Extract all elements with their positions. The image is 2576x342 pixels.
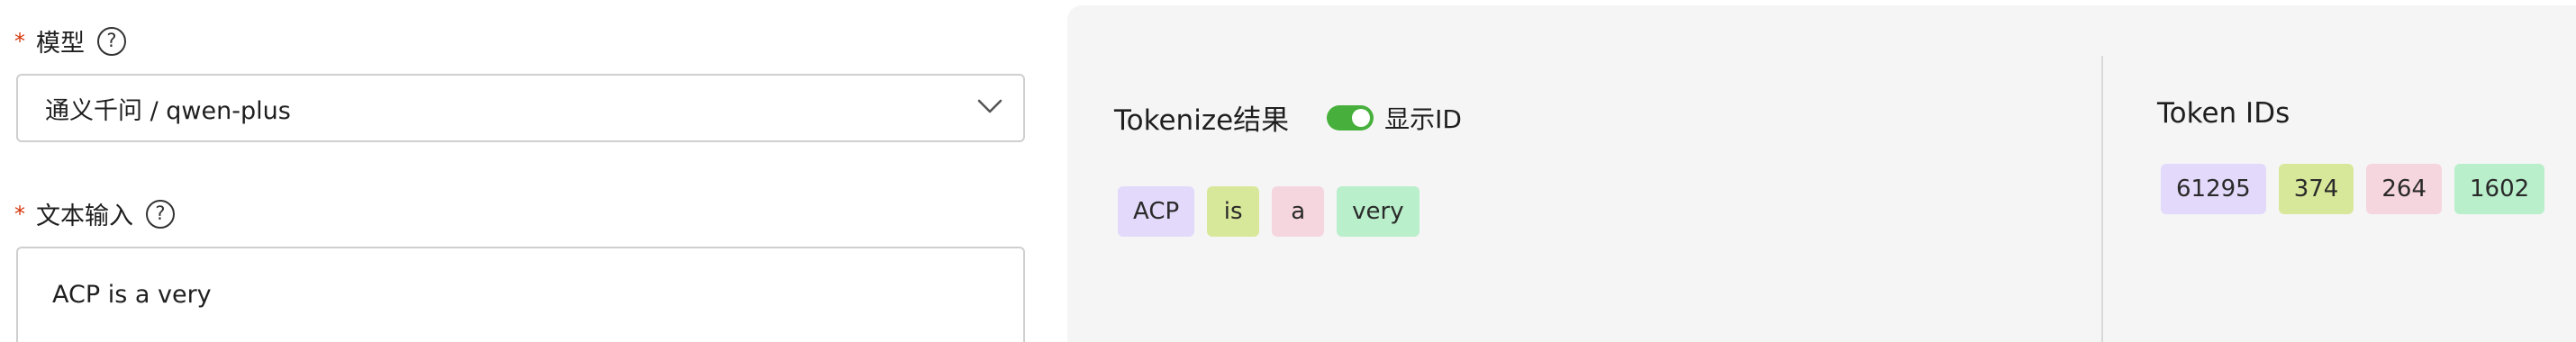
- required-mark: *: [14, 28, 25, 54]
- text-label-text: 文本输入: [36, 202, 133, 230]
- panel-divider: [2101, 56, 2103, 342]
- model-select-value: 通义千问 / qwen-plus: [45, 96, 291, 125]
- result-panel: Tokenize结果 显示ID ACP is a very Token IDs …: [1067, 5, 2576, 342]
- token-id-chip: 264: [2366, 164, 2442, 214]
- tokenizer-page: * 模型 ? 通义千问 / qwen-plus * 文本输入 ? ACP is …: [0, 0, 2576, 342]
- required-mark: *: [14, 201, 25, 227]
- input-form: * 模型 ? 通义千问 / qwen-plus * 文本输入 ? ACP is …: [0, 0, 1045, 342]
- chevron-down-icon[interactable]: [976, 97, 1003, 115]
- token-list: ACP is a very: [1118, 186, 1420, 237]
- model-field-label: * 模型 ?: [14, 23, 126, 58]
- token-id-chip: 374: [2278, 164, 2354, 214]
- tokenize-result-title: Tokenize结果: [1114, 104, 1290, 137]
- token-id-chip: 61295: [2161, 164, 2266, 214]
- token-ids-title: Token IDs: [2157, 97, 2290, 130]
- text-field-label: * 文本输入 ?: [14, 196, 175, 231]
- toggle-knob: [1352, 108, 1371, 127]
- tokenize-result-header: Tokenize结果 显示ID: [1114, 97, 1462, 138]
- text-input-value: ACP is a very: [52, 281, 212, 309]
- show-id-toggle[interactable]: [1327, 104, 1374, 130]
- show-id-label: 显示ID: [1384, 104, 1462, 134]
- token-chip: a: [1272, 186, 1325, 237]
- help-icon[interactable]: ?: [146, 199, 175, 229]
- token-id-chip: 1602: [2454, 164, 2545, 214]
- token-id-list: 61295 374 264 1602: [2161, 164, 2545, 214]
- token-chip: is: [1207, 186, 1260, 237]
- model-select[interactable]: 通义千问 / qwen-plus: [16, 74, 1025, 142]
- help-icon[interactable]: ?: [97, 26, 126, 56]
- text-input[interactable]: ACP is a very: [16, 247, 1025, 342]
- model-label-text: 模型: [36, 30, 85, 58]
- token-chip: ACP: [1118, 186, 1195, 237]
- token-chip: very: [1337, 186, 1420, 237]
